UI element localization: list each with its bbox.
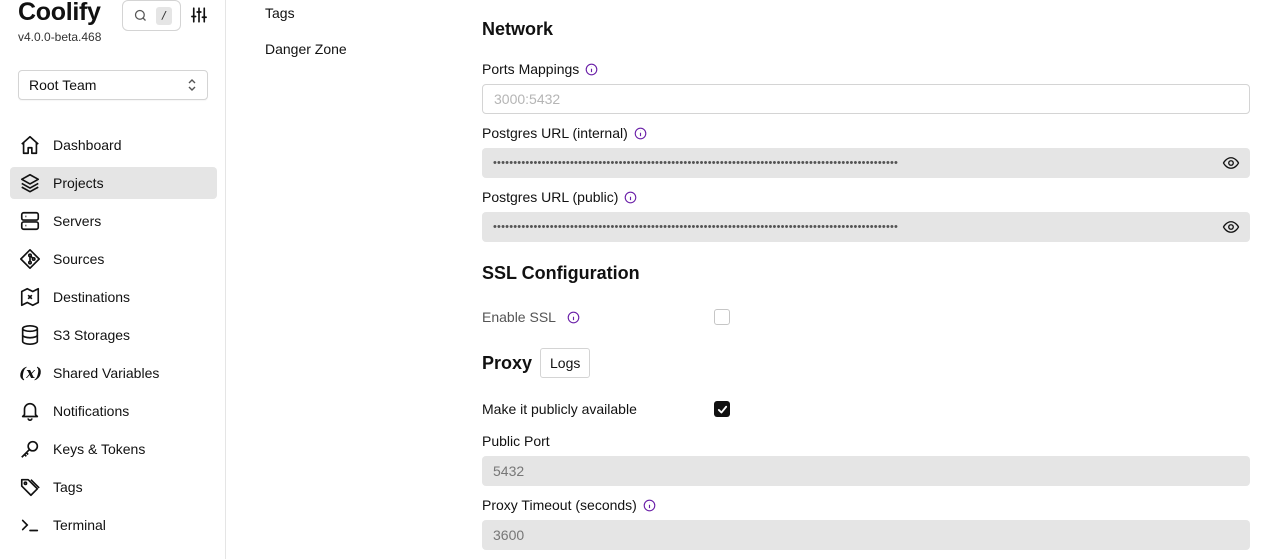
sidebar-item-label: Tags <box>53 479 83 495</box>
network-heading: Network <box>482 19 554 39</box>
sidebar-item-label: Projects <box>53 175 104 191</box>
team-select-value: Root Team <box>29 77 97 93</box>
postgres-url-public-label-text: Postgres URL (public) <box>482 189 619 205</box>
sidebar-item-label: Terminal <box>53 517 106 533</box>
make-public-label: Make it publicly available <box>482 401 637 417</box>
ports-mappings-label-text: Ports Mappings <box>482 61 580 77</box>
sidebar-item-label: Shared Variables <box>53 365 160 381</box>
tag-icon <box>20 478 40 497</box>
variable-icon: (x) <box>19 364 43 382</box>
team-select[interactable]: Root Team <box>18 70 208 100</box>
eye-icon[interactable] <box>1221 154 1241 172</box>
postgres-url-internal-label: Postgres URL (internal) <box>482 125 647 141</box>
database-icon <box>21 325 39 345</box>
sidebar-item-sources[interactable]: Sources <box>10 243 217 275</box>
postgres-url-public-field[interactable]: ••••••••••••••••••••••••••••••••••••••••… <box>482 212 1250 242</box>
git-icon <box>20 249 40 269</box>
app-version: v4.0.0-beta.468 <box>18 30 102 44</box>
sidebar-item-label: Servers <box>53 213 102 229</box>
sidebar-item-label: Keys & Tokens <box>53 441 146 457</box>
search-button[interactable]: / <box>122 0 181 31</box>
terminal-icon <box>21 519 39 532</box>
sidebar-item-s3-storages[interactable]: S3 Storages <box>10 319 217 351</box>
public-port-label-text: Public Port <box>482 433 550 449</box>
sidebar-item-terminal[interactable]: Terminal <box>10 509 217 541</box>
info-icon[interactable] <box>634 127 647 140</box>
eye-icon[interactable] <box>1221 218 1241 236</box>
postgres-url-internal-value: ••••••••••••••••••••••••••••••••••••••••… <box>493 157 899 169</box>
postgres-url-public-label: Postgres URL (public) <box>482 189 637 205</box>
logs-button[interactable]: Logs <box>540 348 591 378</box>
sidebar-item-servers[interactable]: Servers <box>10 205 217 237</box>
proxy-timeout-value: 3600 <box>493 527 525 543</box>
sidebar-item-keys-tokens[interactable]: Keys & Tokens <box>10 433 217 465</box>
search-icon <box>134 9 146 21</box>
info-icon[interactable] <box>643 499 656 512</box>
info-icon[interactable] <box>567 311 580 324</box>
sliders-icon[interactable] <box>190 6 208 24</box>
sidebar-item-label: Dashboard <box>53 137 122 153</box>
enable-ssl-label: Enable SSL <box>482 309 580 325</box>
sidebar-item-tags[interactable]: Tags <box>10 471 217 503</box>
layers-icon <box>20 173 40 193</box>
map-icon <box>20 287 40 307</box>
bell-icon <box>21 402 39 421</box>
public-port-field[interactable]: 5432 <box>482 456 1250 486</box>
proxy-timeout-label: Proxy Timeout (seconds) <box>482 497 656 513</box>
public-port-label: Public Port <box>482 433 550 449</box>
chevron-updown-icon <box>188 79 196 91</box>
sidebar-item-label: Notifications <box>53 403 130 419</box>
sidebar-item-projects[interactable]: Projects <box>10 167 217 199</box>
public-port-value: 5432 <box>493 463 525 479</box>
info-icon[interactable] <box>624 191 637 204</box>
subnav-item-tags[interactable]: Tags <box>265 5 295 21</box>
sidebar: Coolify v4.0.0-beta.468 / Root Team Dash… <box>0 0 226 559</box>
postgres-url-internal-field[interactable]: ••••••••••••••••••••••••••••••••••••••••… <box>482 148 1250 178</box>
enable-ssl-label-text: Enable SSL <box>482 309 556 325</box>
main-nav: Dashboard Projects Servers Sources Desti… <box>10 129 217 547</box>
shortcut-key: / <box>156 6 172 25</box>
sidebar-item-label: Sources <box>53 251 105 267</box>
ssl-heading: SSL Configuration <box>482 263 640 283</box>
sidebar-item-label: Destinations <box>53 289 131 305</box>
proxy-heading: Proxy <box>482 353 533 373</box>
sidebar-item-label: S3 Storages <box>53 327 131 343</box>
enable-ssl-checkbox[interactable] <box>714 309 730 325</box>
subnav-item-danger-zone[interactable]: Danger Zone <box>265 41 347 57</box>
make-public-checkbox[interactable] <box>714 401 730 417</box>
ports-mappings-placeholder: 3000:5432 <box>494 91 561 107</box>
postgres-url-public-value: ••••••••••••••••••••••••••••••••••••••••… <box>493 221 899 233</box>
sidebar-item-shared-variables[interactable]: (x) Shared Variables <box>10 357 217 389</box>
ports-mappings-label: Ports Mappings <box>482 61 598 77</box>
sidebar-item-notifications[interactable]: Notifications <box>10 395 217 427</box>
ports-mappings-input[interactable]: 3000:5432 <box>482 84 1250 114</box>
proxy-timeout-field[interactable]: 3600 <box>482 520 1250 550</box>
app-logo[interactable]: Coolify <box>18 0 101 27</box>
proxy-timeout-label-text: Proxy Timeout (seconds) <box>482 497 637 513</box>
sidebar-item-dashboard[interactable]: Dashboard <box>10 129 217 161</box>
check-icon <box>717 405 727 413</box>
key-icon <box>21 440 39 458</box>
server-icon <box>20 211 40 231</box>
make-public-label-text: Make it publicly available <box>482 401 637 417</box>
sidebar-item-destinations[interactable]: Destinations <box>10 281 217 313</box>
home-icon <box>21 135 39 155</box>
info-icon[interactable] <box>585 63 598 76</box>
postgres-url-internal-label-text: Postgres URL (internal) <box>482 125 628 141</box>
